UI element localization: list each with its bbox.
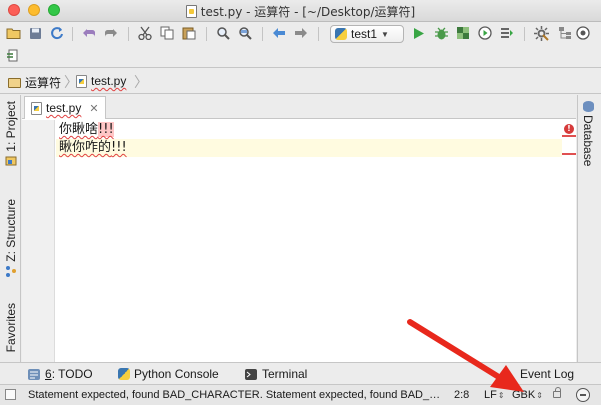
save-icon[interactable] xyxy=(26,24,44,42)
editor-gutter xyxy=(22,120,55,362)
encoding-label: GBK xyxy=(512,389,536,401)
encoding-selector[interactable]: GBK⇕ xyxy=(512,389,543,401)
breadcrumb-file[interactable]: test.py xyxy=(76,74,126,88)
todo-label: : TODO xyxy=(51,367,93,381)
coverage-icon[interactable] xyxy=(454,24,472,42)
redo-icon[interactable] xyxy=(102,24,120,42)
lock-icon[interactable] xyxy=(553,387,561,398)
python-icon xyxy=(335,28,347,40)
right-tool-stripe: Database xyxy=(577,95,601,362)
navigation-bar: 运算符 〉 test.py 〉 xyxy=(0,69,601,94)
updown-icon: ⇕ xyxy=(536,391,543,400)
error-marker[interactable] xyxy=(562,153,576,155)
python-file-icon xyxy=(185,5,197,18)
concurrency-icon[interactable] xyxy=(498,24,516,42)
favorites-tool-tab[interactable]: Favorites xyxy=(0,303,21,352)
structure-icon[interactable] xyxy=(556,24,574,42)
forward-icon[interactable] xyxy=(292,24,310,42)
line-separator-label: LF xyxy=(484,389,497,401)
python-file-icon xyxy=(76,74,87,88)
caret-position[interactable]: 2:8 xyxy=(454,389,469,401)
updown-icon: ⇕ xyxy=(497,391,505,400)
tab-label: test.py xyxy=(46,101,82,115)
paste-icon[interactable] xyxy=(180,24,198,42)
database-tool-tab[interactable]: Database xyxy=(581,101,595,166)
project-tool-tab[interactable]: 1: Project xyxy=(0,101,21,167)
tool-windows-toggle[interactable] xyxy=(5,389,16,400)
breadcrumb-separator: 〉 xyxy=(134,74,148,90)
todo-number: 6 xyxy=(45,367,52,381)
inspector-icon[interactable] xyxy=(576,388,590,402)
breadcrumb-file-label: test.py xyxy=(91,74,127,88)
project-icon xyxy=(5,156,16,166)
structure-tool-label: Z: Structure xyxy=(3,199,18,262)
close-tab-icon[interactable]: ✕ xyxy=(89,102,98,115)
python-console-icon xyxy=(118,368,130,380)
bad-character: !!! xyxy=(111,140,127,155)
profile-icon[interactable] xyxy=(476,24,494,42)
main-toolbar: test1 ▼ xyxy=(0,22,601,68)
tool-window-bar: 6: TODO Python Console Terminal Event Lo… xyxy=(0,362,601,384)
debug-icon[interactable] xyxy=(432,24,450,42)
line-separator-selector[interactable]: LF⇕ xyxy=(484,389,505,401)
folder-icon xyxy=(8,77,21,88)
status-bar: Statement expected, found BAD_CHARACTER.… xyxy=(0,384,601,405)
error-marker[interactable] xyxy=(562,135,576,137)
undo-icon[interactable] xyxy=(80,24,98,42)
error-stripe[interactable]: ! xyxy=(562,120,576,362)
database-icon xyxy=(582,101,594,112)
run-config-select[interactable]: test1 ▼ xyxy=(330,25,404,43)
status-message: Statement expected, found BAD_CHARACTER.… xyxy=(28,389,446,401)
chevron-down-icon: ▼ xyxy=(381,29,389,39)
structure-tool-icon xyxy=(5,265,16,277)
error-icon[interactable]: ! xyxy=(564,124,574,134)
code-text: 瞅你咋的 xyxy=(59,140,112,155)
vcs-icon[interactable] xyxy=(4,47,22,65)
run-icon[interactable] xyxy=(410,24,428,42)
run-config-label: test1 xyxy=(351,27,378,41)
breadcrumb-project-label: 运算符 xyxy=(25,76,62,90)
title-bar: test.py - 运算符 - [~/Desktop/运算符] xyxy=(0,0,601,22)
find-icon[interactable] xyxy=(214,24,232,42)
sync-icon[interactable] xyxy=(48,24,66,42)
code-text: 你瞅啥 xyxy=(59,122,99,137)
code-line-2[interactable]: 瞅你咋的!!! xyxy=(56,139,562,157)
code-line-1[interactable]: 你瞅啥!!! xyxy=(56,121,562,139)
project-tool-label: 1: Project xyxy=(3,101,18,152)
todo-icon xyxy=(28,368,40,380)
help-icon[interactable] xyxy=(574,24,592,42)
structure-tool-tab[interactable]: Z: Structure xyxy=(0,199,21,277)
event-log-label: Event Log xyxy=(520,367,575,381)
database-tool-label: Database xyxy=(581,115,595,167)
cut-icon[interactable] xyxy=(136,24,154,42)
editor-tab-bar: test.py ✕ xyxy=(22,95,576,119)
tab-test-py[interactable]: test.py ✕ xyxy=(24,96,106,119)
terminal-icon xyxy=(245,368,257,380)
open-folder-icon[interactable] xyxy=(4,24,22,42)
python-file-icon xyxy=(31,101,42,115)
terminal-tool-button[interactable]: Terminal xyxy=(245,367,307,381)
python-console-label: Python Console xyxy=(134,367,219,381)
favorites-tool-label: Favorites xyxy=(3,303,18,353)
copy-icon[interactable] xyxy=(158,24,176,42)
replace-icon[interactable] xyxy=(236,24,254,42)
left-tool-stripe: 1: Project Z: Structure Favorites xyxy=(0,95,21,362)
editor-area: test.py ✕ 你瞅啥!!! 瞅你咋的!!! ! xyxy=(22,95,576,362)
code-content[interactable]: 你瞅啥!!! 瞅你咋的!!! xyxy=(56,121,562,157)
python-console-tool-button[interactable]: Python Console xyxy=(118,367,219,381)
breadcrumb-project[interactable]: 运算符 xyxy=(8,74,61,91)
back-icon[interactable] xyxy=(270,24,288,42)
todo-tool-button[interactable]: 6: TODO xyxy=(28,367,93,381)
event-log-tool-button[interactable]: Event Log xyxy=(520,367,574,381)
bad-character: !!! xyxy=(98,122,114,137)
settings-icon[interactable] xyxy=(532,24,550,42)
window-title: test.py - 运算符 - [~/Desktop/运算符] xyxy=(200,5,416,19)
terminal-label: Terminal xyxy=(262,367,308,381)
window-title-wrap: test.py - 运算符 - [~/Desktop/运算符] xyxy=(0,3,601,20)
